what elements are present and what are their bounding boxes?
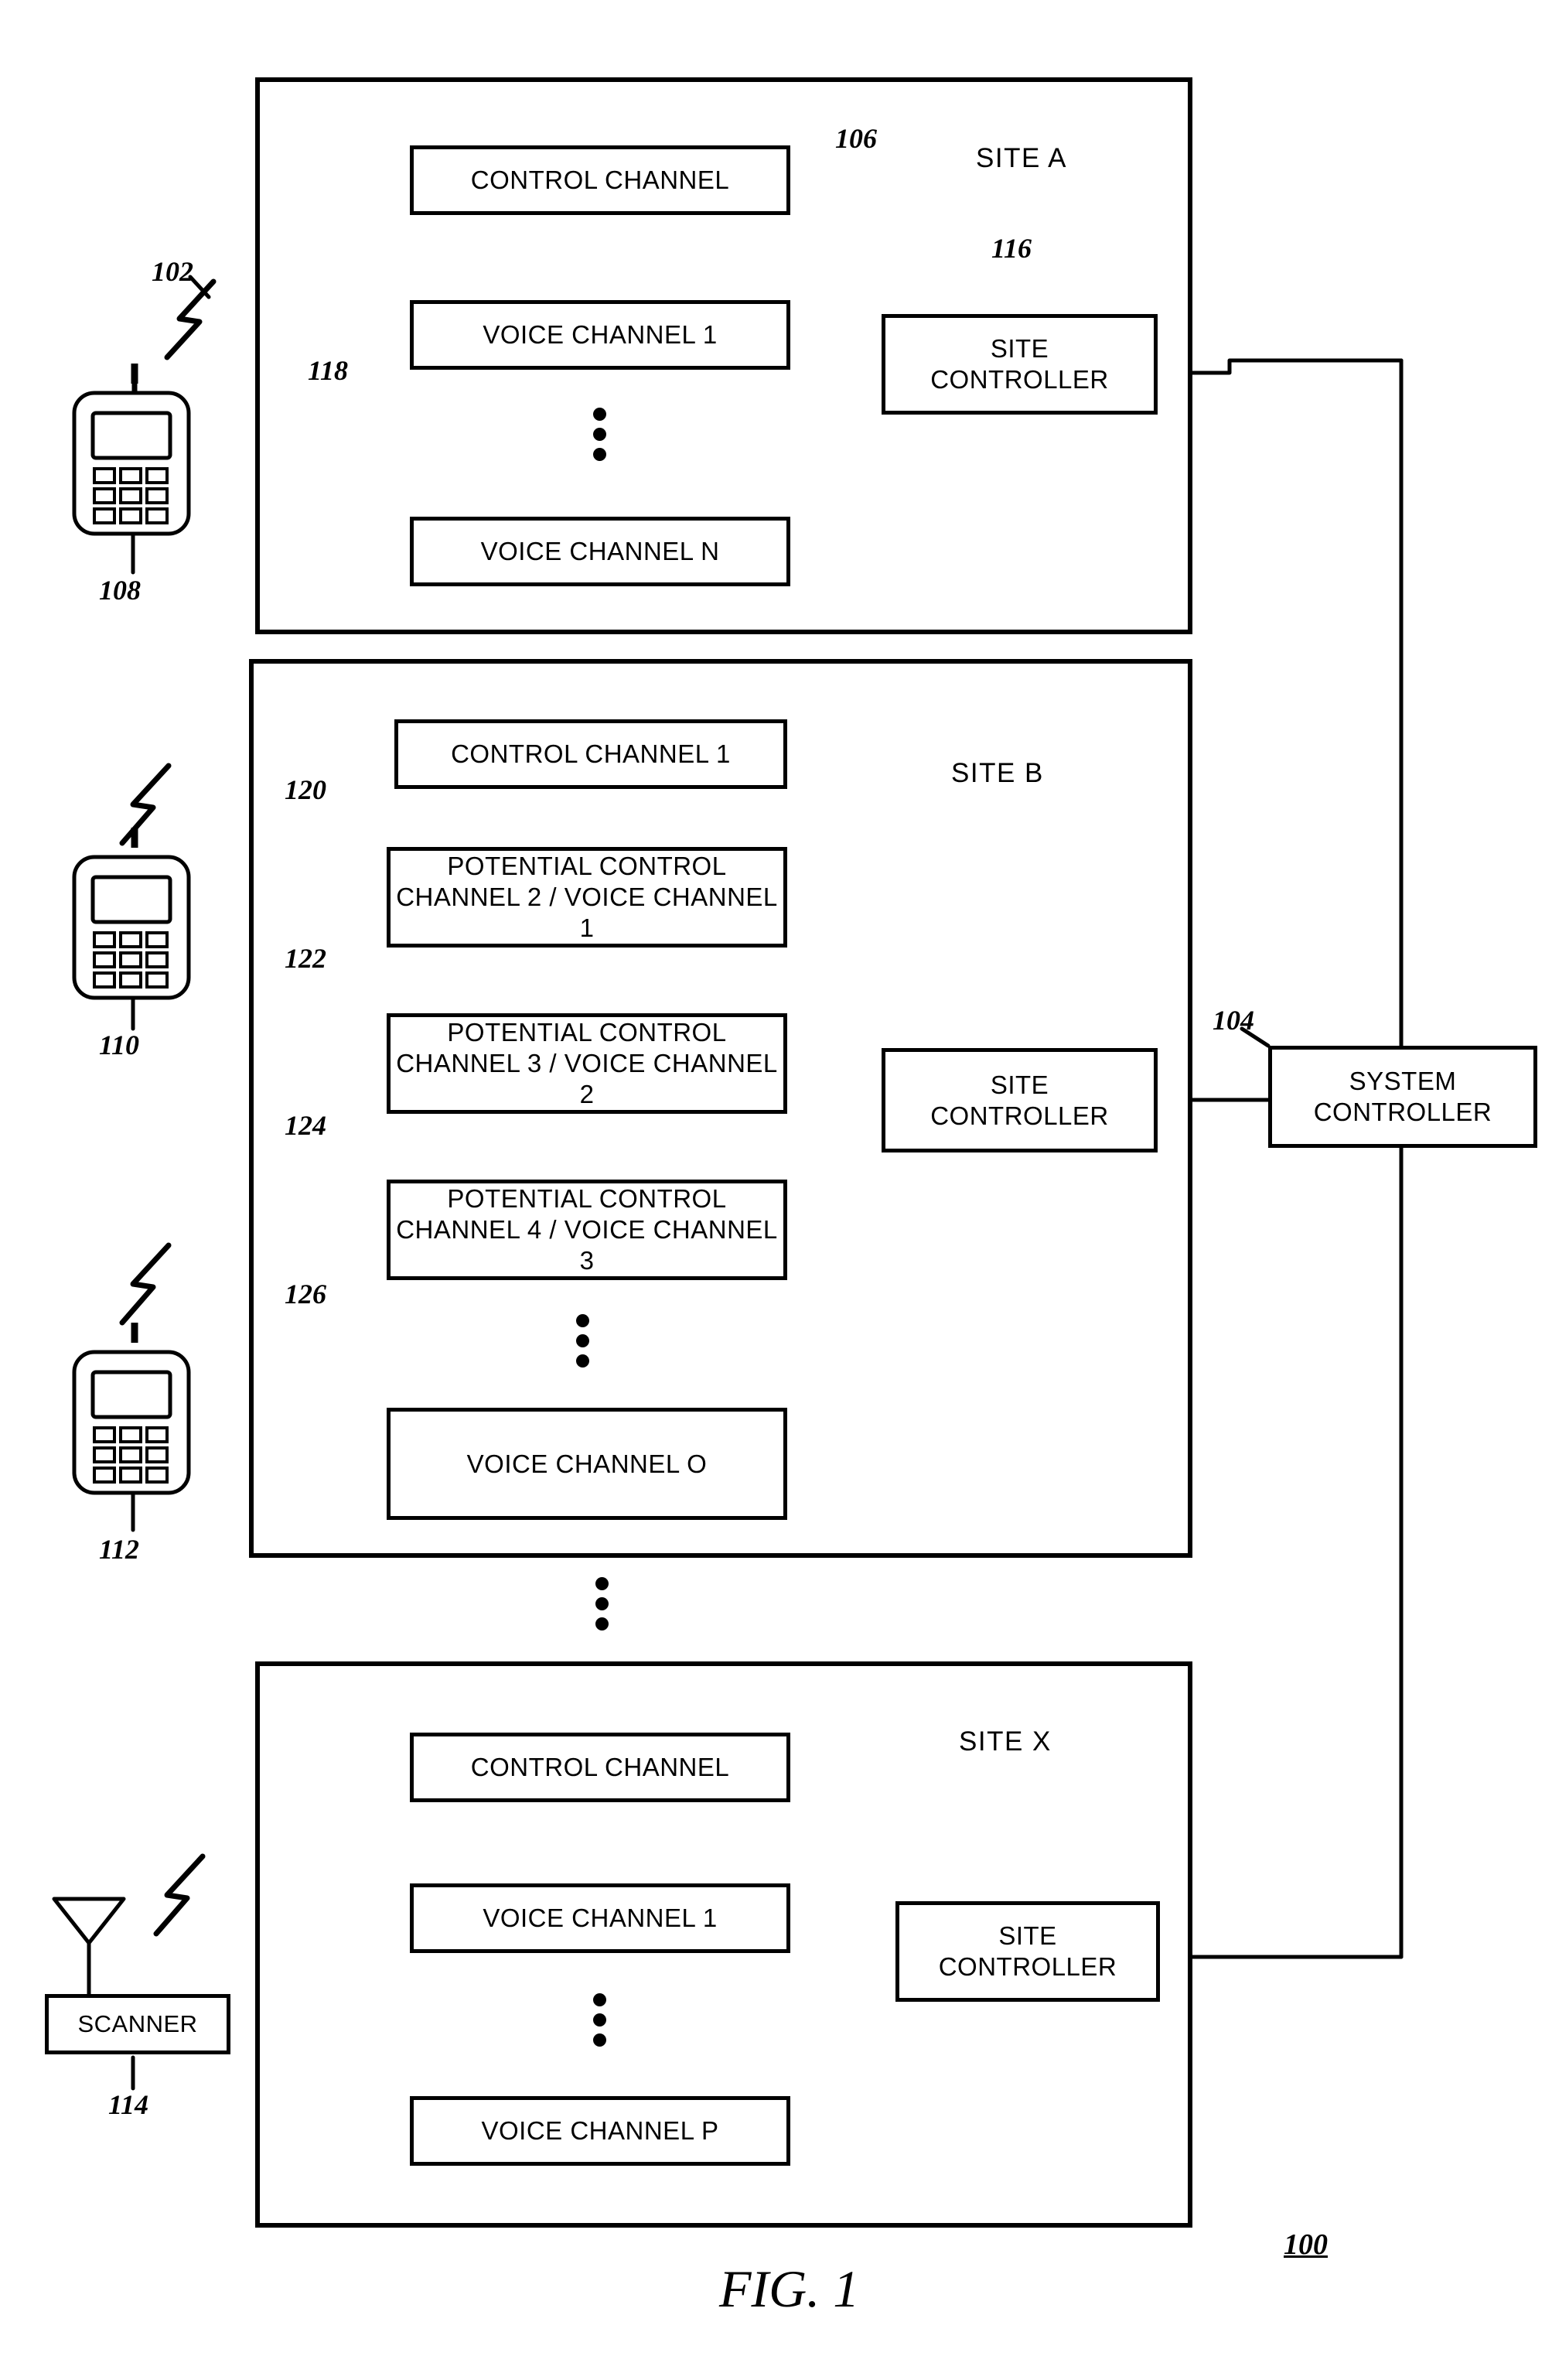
mobile-phone-108 — [72, 364, 191, 536]
ref-122: 122 — [285, 943, 326, 974]
site-a-title: SITE A — [976, 143, 1067, 173]
controller-label-line1: SITE — [990, 1070, 1049, 1099]
mobile-phone-110 — [72, 828, 191, 1000]
site-b-voice-channel-o[interactable]: VOICE CHANNEL O — [387, 1408, 787, 1520]
ref-112: 112 — [99, 1534, 140, 1565]
channel-label: POTENTIAL CONTROL CHANNEL 2 / VOICE CHAN… — [396, 852, 778, 942]
controller-label-line1: SITE — [990, 334, 1049, 363]
site-b-potential-control-channel-3[interactable]: POTENTIAL CONTROL CHANNEL 3 / VOICE CHAN… — [387, 1013, 787, 1114]
system-controller-label-line1: SYSTEM — [1349, 1067, 1457, 1095]
sites-ellipsis — [595, 1570, 609, 1637]
ref-108: 108 — [99, 575, 141, 606]
ref-110: 110 — [99, 1030, 140, 1060]
site-b-title: SITE B — [951, 758, 1044, 788]
site-a-voice-channel-1[interactable]: VOICE CHANNEL 1 — [410, 300, 790, 370]
site-b-potential-control-channel-4[interactable]: POTENTIAL CONTROL CHANNEL 4 / VOICE CHAN… — [387, 1180, 787, 1280]
site-x-site-controller[interactable]: SITE CONTROLLER — [895, 1901, 1160, 2002]
controller-label-line2: CONTROLLER — [938, 1952, 1117, 1981]
ref-116: 116 — [991, 233, 1032, 264]
channel-label: VOICE CHANNEL N — [480, 537, 720, 565]
site-a-ellipsis — [593, 401, 606, 468]
channel-label: VOICE CHANNEL 1 — [483, 320, 718, 349]
site-x-title: SITE X — [959, 1726, 1052, 1757]
ref-102: 102 — [152, 256, 193, 287]
channel-label: CONTROL CHANNEL 1 — [451, 739, 731, 768]
channel-label: VOICE CHANNEL O — [466, 1449, 708, 1478]
figure-canvas: SITE A CONTROL CHANNEL VOICE CHANNEL 1 V… — [0, 0, 1552, 2380]
scanner-box[interactable]: SCANNER — [45, 1994, 230, 2054]
site-b-potential-control-channel-2[interactable]: POTENTIAL CONTROL CHANNEL 2 / VOICE CHAN… — [387, 847, 787, 948]
mobile-phone-112 — [72, 1323, 191, 1495]
channel-label: VOICE CHANNEL 1 — [483, 1904, 718, 1932]
site-a-voice-channel-n[interactable]: VOICE CHANNEL N — [410, 517, 790, 586]
ref-124: 124 — [285, 1110, 326, 1141]
controller-label-line2: CONTROLLER — [930, 1101, 1109, 1130]
ref-104: 104 — [1213, 1005, 1254, 1036]
site-b-site-controller[interactable]: SITE CONTROLLER — [882, 1048, 1158, 1152]
site-x-voice-channel-1[interactable]: VOICE CHANNEL 1 — [410, 1883, 790, 1953]
ref-120: 120 — [285, 774, 326, 805]
ref-126: 126 — [285, 1279, 326, 1310]
channel-label: POTENTIAL CONTROL CHANNEL 3 / VOICE CHAN… — [396, 1018, 778, 1108]
system-controller-label-line2: CONTROLLER — [1313, 1098, 1492, 1126]
controller-label-line1: SITE — [998, 1921, 1057, 1950]
ref-100: 100 — [1284, 2228, 1328, 2261]
site-x-control-channel[interactable]: CONTROL CHANNEL — [410, 1733, 790, 1802]
channel-label: CONTROL CHANNEL — [470, 1753, 730, 1781]
figure-caption: FIG. 1 — [719, 2259, 860, 2318]
channel-label: CONTROL CHANNEL — [470, 166, 730, 194]
ref-106: 106 — [835, 123, 877, 154]
site-a-site-controller[interactable]: SITE CONTROLLER — [882, 314, 1158, 415]
site-b-control-channel-1[interactable]: CONTROL CHANNEL 1 — [394, 719, 787, 789]
system-controller[interactable]: SYSTEM CONTROLLER — [1268, 1046, 1537, 1148]
controller-label-line2: CONTROLLER — [930, 365, 1109, 394]
site-b-ellipsis — [576, 1307, 589, 1374]
channel-label: VOICE CHANNEL P — [481, 2116, 719, 2145]
ref-114: 114 — [108, 2089, 149, 2120]
scanner-label: SCANNER — [77, 2010, 198, 2037]
ref-118: 118 — [308, 355, 349, 386]
site-x-voice-channel-p[interactable]: VOICE CHANNEL P — [410, 2096, 790, 2166]
site-a-control-channel[interactable]: CONTROL CHANNEL — [410, 145, 790, 215]
channel-label: POTENTIAL CONTROL CHANNEL 4 / VOICE CHAN… — [396, 1184, 778, 1275]
site-x-ellipsis — [593, 1986, 606, 2054]
